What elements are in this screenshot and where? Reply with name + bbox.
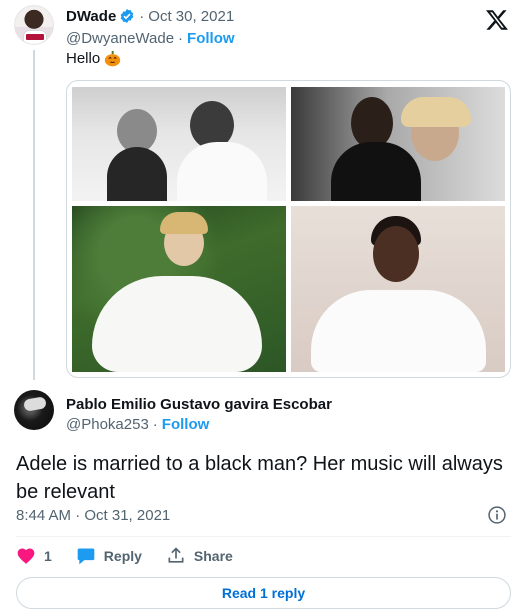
parent-follow-link[interactable]: Follow — [187, 30, 235, 47]
separator-dot: · — [152, 416, 158, 433]
action-bar: 1 Reply Share — [16, 545, 257, 567]
parent-display-name[interactable]: DWade — [66, 8, 116, 25]
pumpkin-icon — [105, 50, 121, 67]
separator-dot: · — [178, 30, 184, 47]
share-label: Share — [193, 548, 233, 564]
parent-tweet: DWade · Oct 30, 2021 @DwyaneWade · Follo… — [0, 0, 527, 380]
photo-couple[interactable] — [291, 87, 505, 201]
reply-display-name[interactable]: Pablo Emilio Gustavo gavira Escobar — [66, 396, 332, 413]
reply-label: Reply — [103, 548, 142, 564]
parent-tweet-text: Hello — [66, 50, 121, 67]
heart-icon — [17, 548, 35, 564]
parent-date[interactable]: Oct 30, 2021 — [148, 8, 234, 25]
separator-dot: · — [139, 7, 145, 25]
x-logo-icon[interactable] — [485, 8, 509, 32]
reply-button[interactable]: Reply — [76, 546, 142, 566]
share-icon — [168, 547, 184, 563]
like-button[interactable]: 1 — [16, 546, 52, 566]
parent-handle-row: @DwyaneWade · Follow — [66, 30, 235, 47]
pablo-avatar[interactable] — [14, 390, 54, 430]
like-count: 1 — [44, 548, 52, 564]
dwade-avatar[interactable] — [14, 5, 54, 45]
photo-girl-portrait[interactable] — [291, 206, 505, 372]
thread-connector-line — [33, 50, 35, 380]
parent-author-row: DWade · Oct 30, 2021 — [66, 6, 234, 26]
reply-handle-row: @Phoka253 · Follow — [66, 416, 209, 433]
verified-badge-icon — [119, 8, 135, 24]
divider — [16, 536, 511, 537]
media-grid — [66, 80, 511, 378]
share-button[interactable]: Share — [166, 546, 233, 566]
photo-adele-garden[interactable] — [72, 206, 286, 372]
photo-children[interactable] — [72, 87, 286, 201]
reply-follow-link[interactable]: Follow — [162, 416, 210, 433]
read-replies-button[interactable]: Read 1 reply — [16, 577, 511, 609]
reply-tweet-text: Adele is married to a black man? Her mus… — [16, 453, 503, 503]
parent-text: Hello — [66, 50, 101, 67]
reply-timestamp[interactable]: 8:44 AM · Oct 31, 2021 — [16, 507, 170, 524]
parent-handle[interactable]: @DwyaneWade — [66, 30, 174, 47]
reply-handle[interactable]: @Phoka253 — [66, 416, 149, 433]
reply-bubble-icon — [77, 548, 95, 565]
info-icon[interactable] — [487, 505, 507, 525]
